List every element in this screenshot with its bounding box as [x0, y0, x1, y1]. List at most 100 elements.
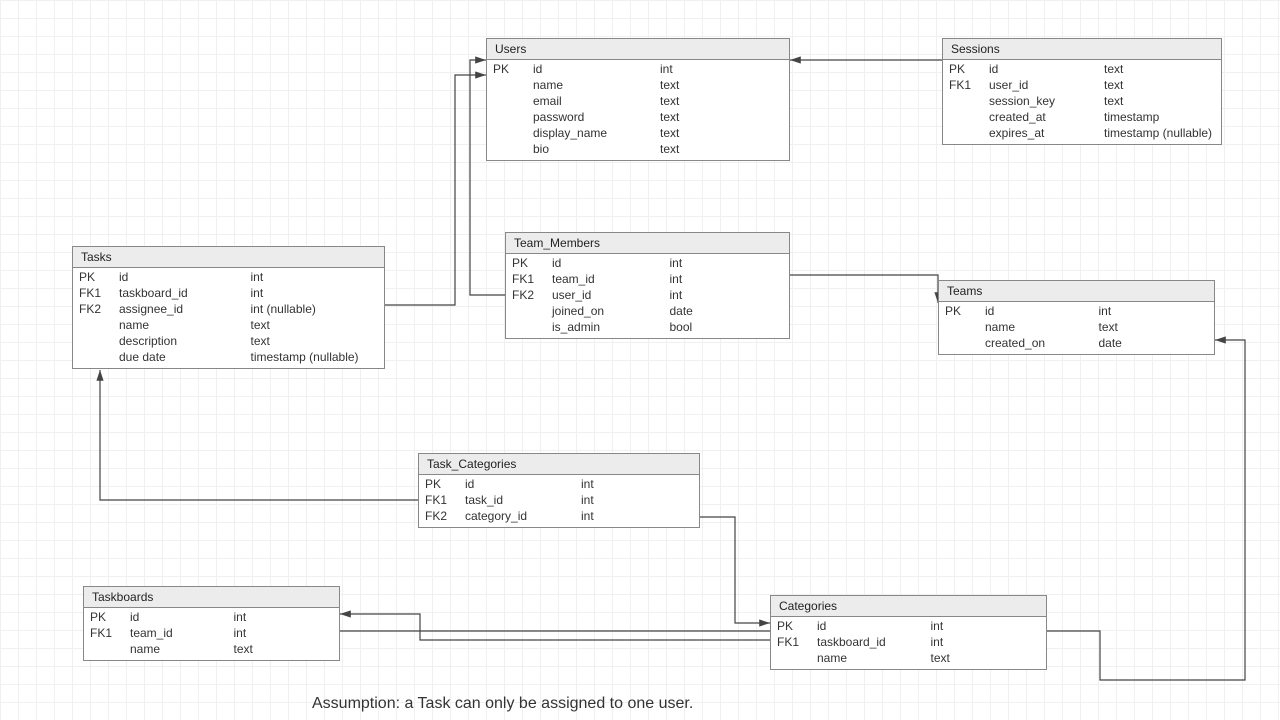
- entity-categories[interactable]: Categories PKidint FK1taskboard_idint na…: [770, 595, 1047, 670]
- col-key: [949, 126, 985, 140]
- entity-teams[interactable]: Teams PKidint nametext created_ondate: [938, 280, 1215, 355]
- col-key: FK1: [79, 286, 115, 300]
- col-name: name: [817, 651, 927, 665]
- col-key: [493, 94, 529, 108]
- col-name: user_id: [989, 78, 1100, 92]
- erd-canvas: Users PKidint nametext emailtext passwor…: [0, 0, 1280, 720]
- col-key: [90, 642, 126, 656]
- col-type: text: [251, 318, 379, 332]
- col-name: due date: [119, 350, 247, 364]
- col-type: int: [251, 270, 379, 284]
- col-type: int: [581, 493, 693, 507]
- col-type: timestamp: [1104, 110, 1215, 124]
- entity-categories-title: Categories: [771, 596, 1046, 617]
- col-type: int: [234, 626, 334, 640]
- col-key: [493, 78, 529, 92]
- entity-taskboards-body: PKidint FK1team_idint nametext: [84, 608, 339, 660]
- col-name: name: [130, 642, 230, 656]
- col-key: FK1: [425, 493, 461, 507]
- col-type: text: [660, 94, 783, 108]
- entity-users-body: PKidint nametext emailtext passwordtext …: [487, 60, 789, 160]
- col-type: text: [251, 334, 379, 348]
- col-key: PK: [777, 619, 813, 633]
- col-type: int: [670, 288, 784, 302]
- col-name: id: [552, 256, 666, 270]
- col-name: expires_at: [989, 126, 1100, 140]
- entity-team-members-title: Team_Members: [506, 233, 789, 254]
- col-name: password: [533, 110, 656, 124]
- col-key: [79, 318, 115, 332]
- col-type: int: [660, 62, 783, 76]
- col-key: PK: [512, 256, 548, 270]
- col-key: [945, 336, 981, 350]
- col-key: FK2: [425, 509, 461, 523]
- entity-sessions-title: Sessions: [943, 39, 1221, 60]
- col-key: FK2: [79, 302, 115, 316]
- entity-task-categories[interactable]: Task_Categories PKidint FK1task_idint FK…: [418, 453, 700, 528]
- col-name: team_id: [552, 272, 666, 286]
- col-type: text: [660, 78, 783, 92]
- col-type: int: [1099, 304, 1209, 318]
- entity-tasks-body: PKidint FK1taskboard_idint FK2assignee_i…: [73, 268, 384, 368]
- col-type: date: [670, 304, 784, 318]
- col-name: team_id: [130, 626, 230, 640]
- col-key: PK: [949, 62, 985, 76]
- col-name: display_name: [533, 126, 656, 140]
- col-name: name: [985, 320, 1095, 334]
- entity-tasks[interactable]: Tasks PKidint FK1taskboard_idint FK2assi…: [72, 246, 385, 369]
- col-name: id: [989, 62, 1100, 76]
- col-name: session_key: [989, 94, 1100, 108]
- entity-taskboards-title: Taskboards: [84, 587, 339, 608]
- col-name: id: [533, 62, 656, 76]
- col-key: FK1: [512, 272, 548, 286]
- entity-sessions-body: PKidtext FK1user_idtext session_keytext …: [943, 60, 1221, 144]
- col-key: [79, 334, 115, 348]
- entity-users[interactable]: Users PKidint nametext emailtext passwor…: [486, 38, 790, 161]
- col-key: [79, 350, 115, 364]
- entity-task-categories-title: Task_Categories: [419, 454, 699, 475]
- col-key: FK1: [90, 626, 126, 640]
- col-name: task_id: [465, 493, 577, 507]
- col-type: int: [581, 509, 693, 523]
- col-type: timestamp (nullable): [251, 350, 379, 364]
- col-name: taskboard_id: [817, 635, 927, 649]
- col-type: date: [1099, 336, 1209, 350]
- col-type: text: [1099, 320, 1209, 334]
- col-name: created_on: [985, 336, 1095, 350]
- col-name: assignee_id: [119, 302, 247, 316]
- entity-categories-body: PKidint FK1taskboard_idint nametext: [771, 617, 1046, 669]
- col-type: int: [670, 256, 784, 270]
- col-key: [493, 126, 529, 140]
- entity-tasks-title: Tasks: [73, 247, 384, 268]
- col-type: timestamp (nullable): [1104, 126, 1215, 140]
- col-name: id: [465, 477, 577, 491]
- entity-teams-title: Teams: [939, 281, 1214, 302]
- col-name: email: [533, 94, 656, 108]
- entity-taskboards[interactable]: Taskboards PKidint FK1team_idint nametex…: [83, 586, 340, 661]
- entity-team-members[interactable]: Team_Members PKidint FK1team_idint FK2us…: [505, 232, 790, 339]
- col-type: int: [581, 477, 693, 491]
- col-key: PK: [493, 62, 529, 76]
- col-name: taskboard_id: [119, 286, 247, 300]
- col-type: bool: [670, 320, 784, 334]
- col-type: text: [931, 651, 1041, 665]
- entity-teams-body: PKidint nametext created_ondate: [939, 302, 1214, 354]
- col-name: id: [130, 610, 230, 624]
- col-key: PK: [90, 610, 126, 624]
- col-key: [493, 110, 529, 124]
- col-key: PK: [425, 477, 461, 491]
- col-type: text: [1104, 78, 1215, 92]
- col-type: text: [660, 142, 783, 156]
- col-key: FK2: [512, 288, 548, 302]
- col-type: int: [670, 272, 784, 286]
- col-type: text: [1104, 62, 1215, 76]
- col-name: joined_on: [552, 304, 666, 318]
- col-key: [945, 320, 981, 334]
- entity-sessions[interactable]: Sessions PKidtext FK1user_idtext session…: [942, 38, 1222, 145]
- col-key: [949, 110, 985, 124]
- col-name: user_id: [552, 288, 666, 302]
- col-name: id: [817, 619, 927, 633]
- col-name: id: [119, 270, 247, 284]
- col-type: int: [931, 619, 1041, 633]
- col-type: text: [660, 110, 783, 124]
